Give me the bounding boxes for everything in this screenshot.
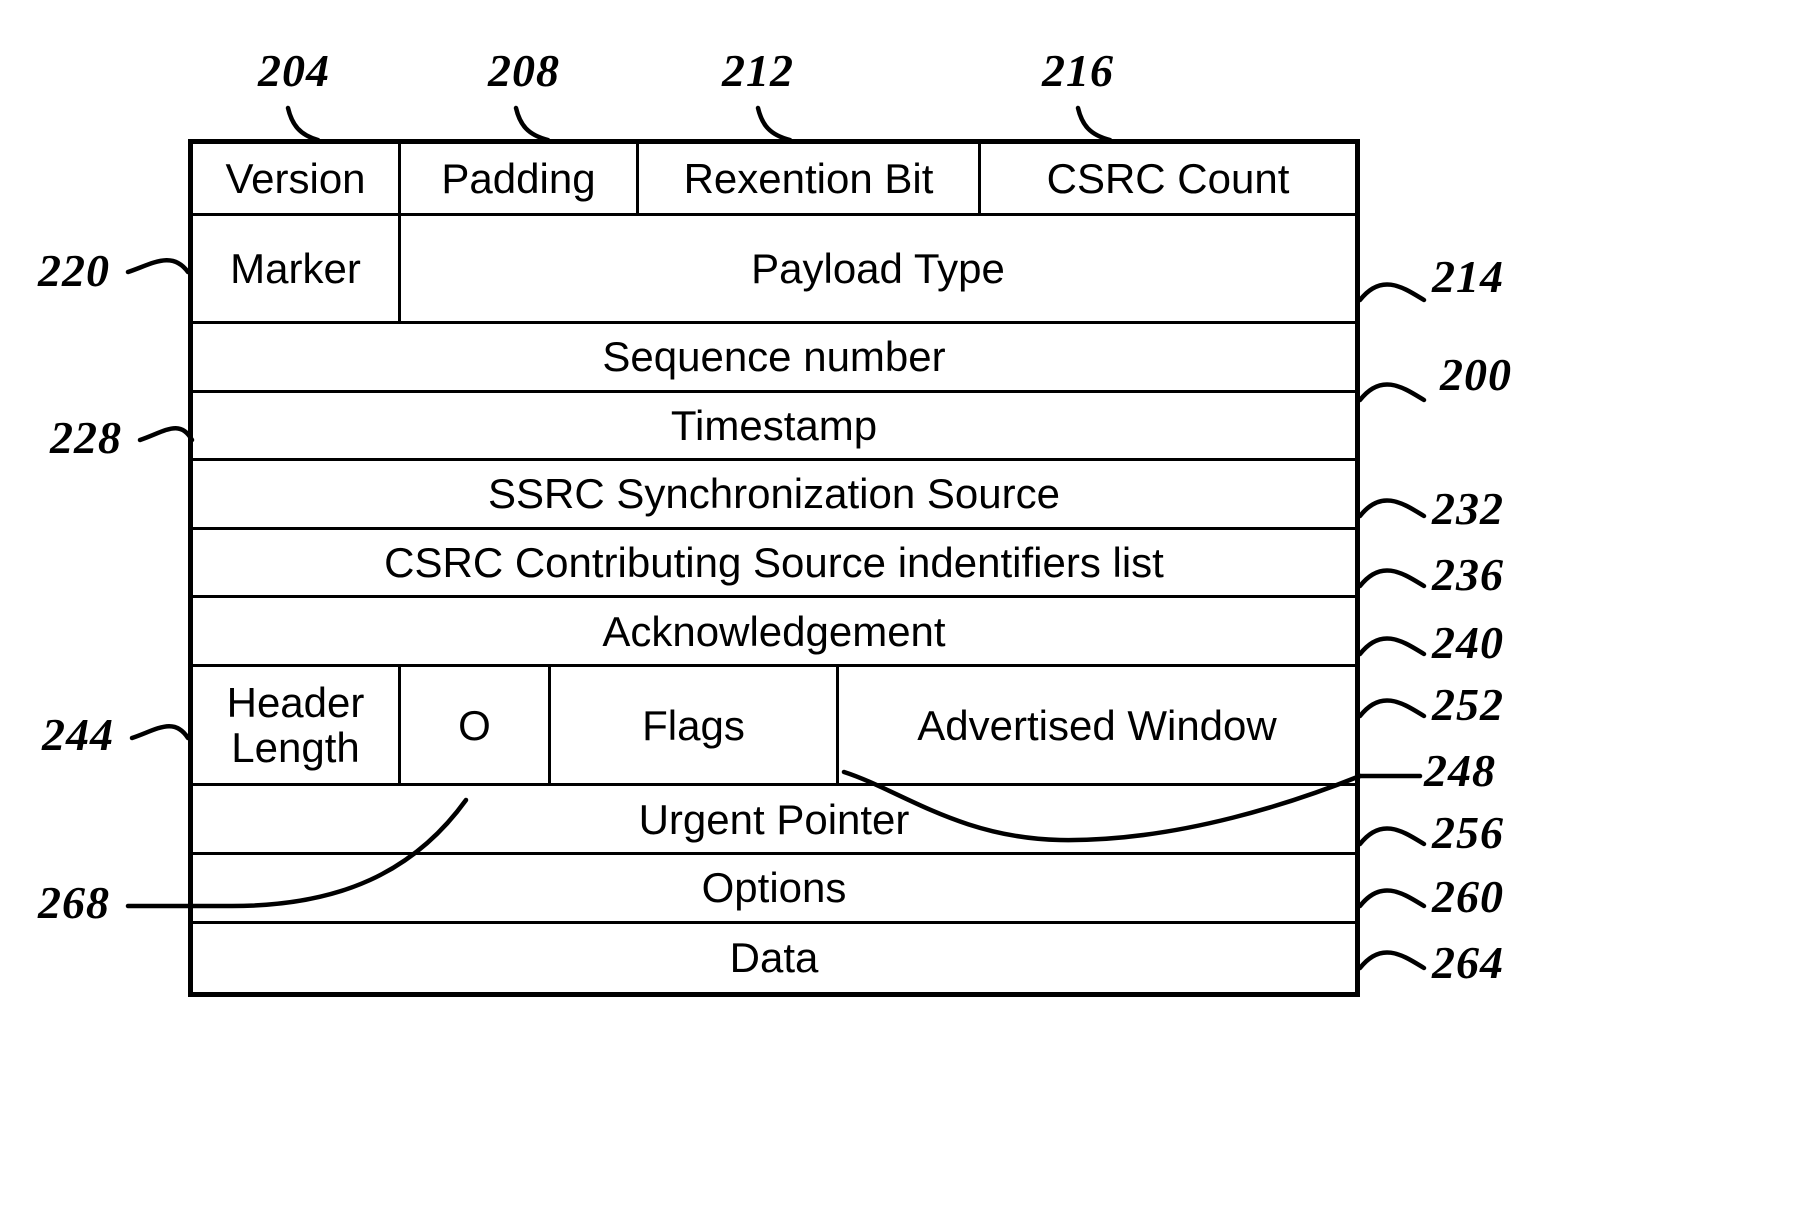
ref-200: 200: [1440, 349, 1512, 400]
cell-o: O: [401, 666, 551, 784]
ref-216: 216: [1042, 45, 1114, 96]
ref-208: 208: [488, 45, 560, 96]
leader-256: [1357, 826, 1427, 847]
cell-ssrc-synchronization-source: SSRC Synchronization Source: [488, 470, 1060, 518]
cell-marker: Marker: [193, 216, 401, 322]
cell-options: Options: [701, 864, 847, 912]
leader-240: [1357, 636, 1427, 657]
ref-228: 228: [50, 412, 122, 463]
ref-248: 248: [1424, 745, 1496, 796]
packet-header-figure: 204 208 212 216 220 228 244 268 214 200 …: [0, 0, 1816, 1231]
cell-payload-type: Payload Type: [751, 245, 1005, 293]
table-row-sequence-number: Sequence number: [193, 324, 1355, 393]
leader-264: [1357, 950, 1427, 971]
ref-240: 240: [1432, 617, 1504, 668]
table-row-urgent-pointer: Urgent Pointer: [193, 786, 1355, 855]
leader-236: [1357, 568, 1427, 589]
ref-220: 220: [38, 245, 110, 296]
table-row-acknowledgement: Acknowledgement: [193, 598, 1355, 667]
packet-header-table: Version Padding Rexention Bit CSRC Count…: [188, 139, 1360, 997]
leader-212: [755, 105, 793, 143]
cell-sequence-number: Sequence number: [602, 333, 946, 381]
ref-212: 212: [722, 45, 794, 96]
table-row-timestamp: Timestamp: [193, 393, 1355, 462]
ref-260: 260: [1432, 871, 1504, 922]
cell-csrc-contributing-source-list: CSRC Contributing Source indentifiers li…: [384, 538, 1164, 586]
cell-urgent-pointer: Urgent Pointer: [638, 795, 910, 843]
leader-244: [129, 724, 191, 741]
ref-236: 236: [1432, 549, 1504, 600]
table-row-csrc-list: CSRC Contributing Source indentifiers li…: [193, 530, 1355, 599]
leader-252: [1357, 698, 1427, 719]
ref-268: 268: [38, 877, 110, 928]
cell-timestamp: Timestamp: [670, 401, 878, 449]
leader-200: [1357, 382, 1427, 403]
cell-version: Version: [193, 144, 401, 214]
table-row-marker: Marker Payload Type: [193, 216, 1355, 325]
leader-216: [1075, 105, 1113, 143]
ref-204: 204: [258, 45, 330, 96]
cell-rexention-bit: Rexention Bit: [639, 144, 981, 214]
cell-flags: Flags: [551, 666, 839, 784]
leader-204: [285, 105, 321, 143]
cell-header-length: Header Length: [193, 666, 401, 784]
table-row-ssrc: SSRC Synchronization Source: [193, 461, 1355, 530]
cell-padding: Padding: [401, 144, 639, 214]
ref-214: 214: [1432, 251, 1504, 302]
leader-260: [1357, 888, 1427, 909]
ref-252: 252: [1432, 679, 1504, 730]
table-row-flags: Version Padding Rexention Bit CSRC Count: [193, 144, 1355, 217]
leader-220: [125, 258, 191, 275]
table-row-header-length: Header Length O Flags Advertised Window: [193, 666, 1355, 787]
leader-214: [1357, 282, 1427, 303]
cell-data: Data: [729, 934, 819, 982]
ref-244: 244: [42, 709, 114, 760]
cell-acknowledgement: Acknowledgement: [602, 607, 946, 655]
cell-csrc-count: CSRC Count: [1046, 155, 1290, 203]
table-row-data: Data: [193, 924, 1355, 993]
leader-232: [1357, 498, 1427, 519]
cell-advertised-window: Advertised Window: [917, 701, 1277, 749]
table-row-options: Options: [193, 855, 1355, 924]
ref-256: 256: [1432, 807, 1504, 858]
leader-228: [137, 426, 195, 443]
ref-264: 264: [1432, 937, 1504, 988]
ref-232: 232: [1432, 483, 1504, 534]
leader-208: [513, 105, 551, 143]
